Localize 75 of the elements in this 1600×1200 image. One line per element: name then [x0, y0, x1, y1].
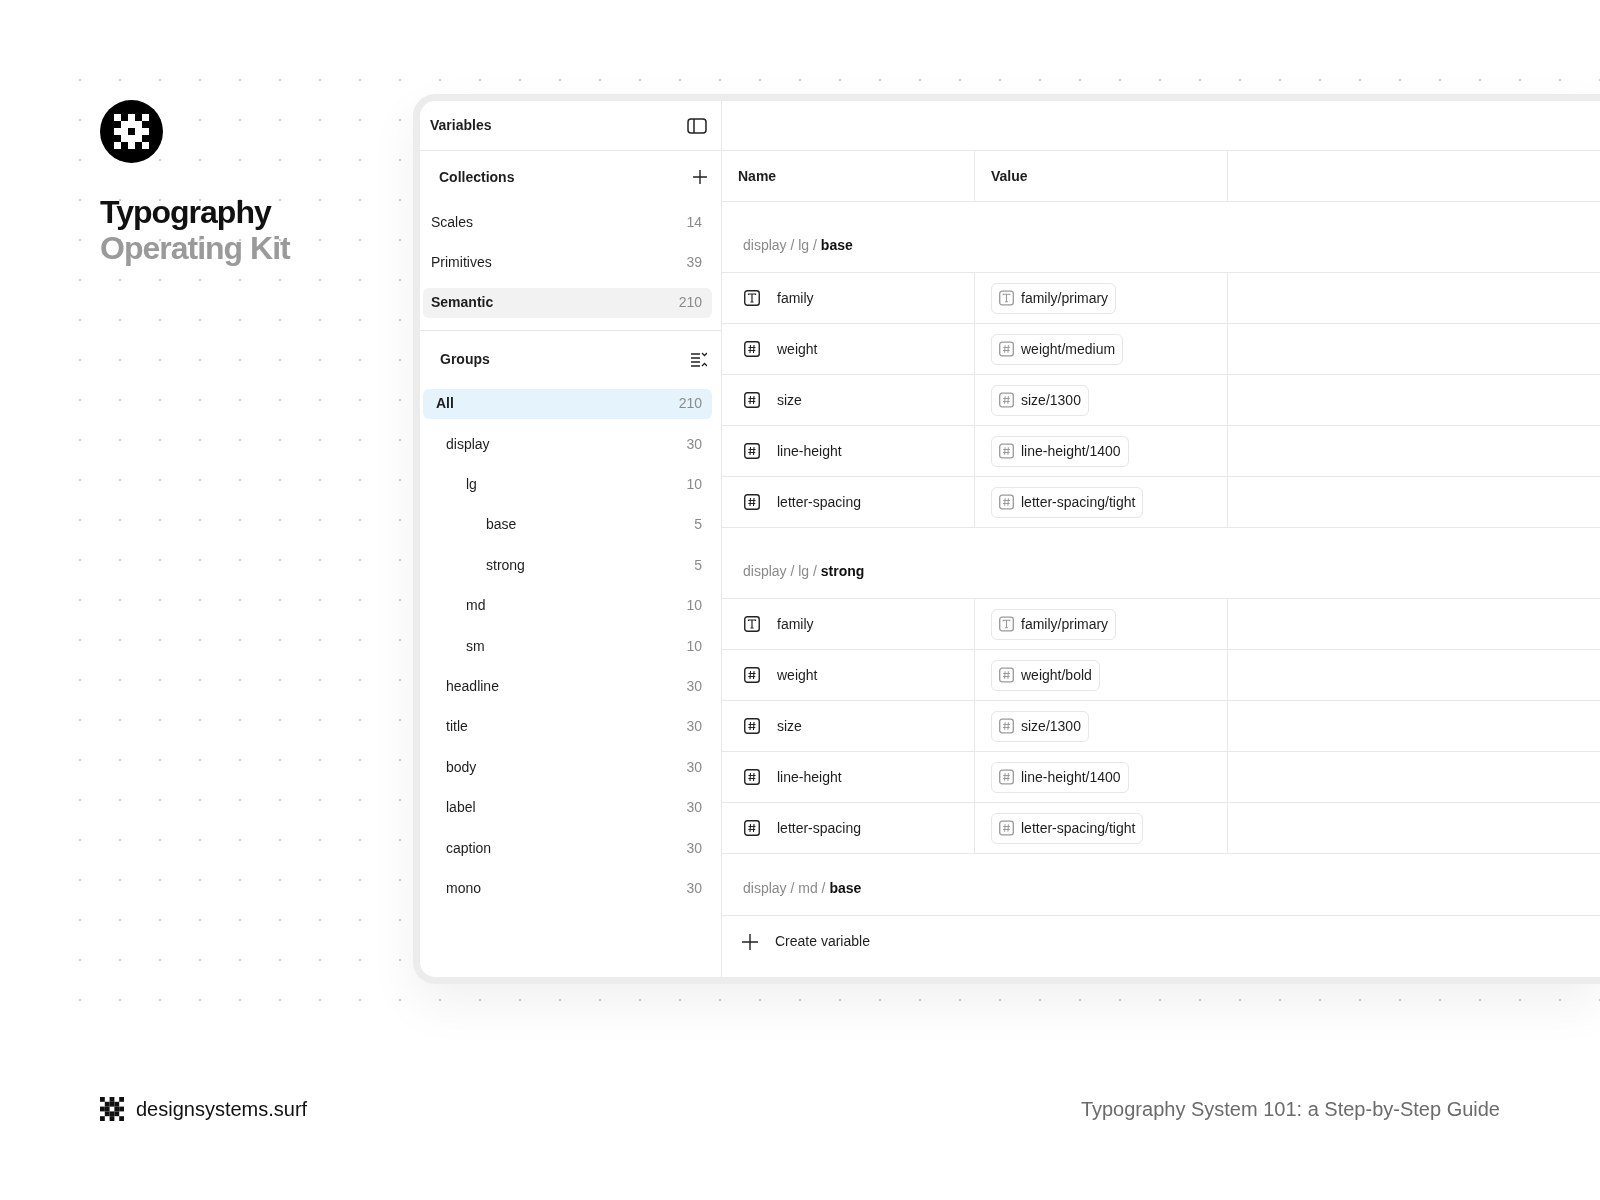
group-item[interactable]: base 5: [423, 509, 712, 540]
number-type-icon: [744, 443, 760, 459]
section-heading: Collections: [439, 167, 515, 187]
number-type-icon: [999, 443, 1014, 459]
sidebar-toggle-icon[interactable]: [687, 117, 707, 134]
value-chip[interactable]: weight/medium: [991, 333, 1124, 365]
logo-icon: [100, 100, 163, 163]
variable-name: letter-spacing: [777, 818, 862, 838]
group-item[interactable]: headline 30: [423, 671, 712, 702]
guide-title: Typography System 101: a Step-by-Step Guide: [1080, 1097, 1500, 1122]
column-header: Name: [738, 166, 777, 186]
value-chip[interactable]: line-height/1400: [991, 761, 1129, 793]
panel-title: Variables: [430, 116, 492, 135]
group-item[interactable]: All 210: [423, 388, 712, 419]
logo-icon: [100, 1097, 124, 1121]
group-path: display / lg / strong: [743, 562, 865, 581]
variable-name: family: [777, 614, 814, 634]
collection-item[interactable]: Scales 14: [423, 207, 712, 237]
create-variable-button[interactable]: Create variable: [775, 931, 870, 952]
group-path: display / lg / base: [743, 236, 853, 255]
value-chip[interactable]: size/1300: [991, 710, 1089, 742]
number-type-icon: [999, 341, 1014, 357]
group-item[interactable]: caption 30: [423, 833, 712, 864]
variable-name: weight: [777, 665, 818, 685]
group-item[interactable]: display 30: [423, 429, 712, 460]
column-header: Value: [991, 166, 1028, 186]
group-item[interactable]: body 30: [423, 752, 712, 783]
number-type-icon: [999, 769, 1014, 785]
number-type-icon: [999, 392, 1014, 408]
number-type-icon: [999, 820, 1014, 836]
number-type-icon: [744, 494, 760, 510]
value-chip[interactable]: family/primary: [991, 608, 1117, 640]
number-type-icon: [744, 667, 760, 683]
value-chip[interactable]: line-height/1400: [991, 435, 1129, 467]
group-item[interactable]: strong 5: [423, 550, 712, 581]
number-type-icon: [744, 820, 760, 836]
kit-subtitle: Operating Kit: [100, 230, 292, 266]
number-type-icon: [744, 769, 760, 785]
value-chip[interactable]: size/1300: [991, 384, 1089, 416]
variable-name: line-height: [777, 767, 842, 787]
site-name: designsystems.surf: [136, 1097, 308, 1122]
variable-name: weight: [777, 339, 818, 359]
number-type-icon: [999, 494, 1014, 510]
add-icon[interactable]: [742, 933, 758, 950]
value-chip[interactable]: letter-spacing/tight: [991, 486, 1144, 518]
text-type-icon: [999, 616, 1014, 632]
group-item[interactable]: md 10: [423, 590, 712, 621]
collection-item[interactable]: Semantic 210: [423, 287, 712, 318]
section-heading: Groups: [440, 350, 490, 370]
number-type-icon: [744, 392, 760, 408]
variable-name: family: [777, 288, 814, 308]
number-type-icon: [744, 341, 760, 357]
group-path: display / md / base: [743, 879, 862, 898]
text-type-icon: [744, 616, 760, 632]
variable-name: line-height: [777, 441, 842, 461]
text-type-icon: [999, 290, 1014, 306]
value-chip[interactable]: letter-spacing/tight: [991, 812, 1144, 844]
variable-name: size: [777, 716, 802, 736]
value-chip[interactable]: family/primary: [991, 282, 1117, 314]
variable-name: letter-spacing: [777, 492, 862, 512]
add-icon[interactable]: [693, 170, 707, 184]
number-type-icon: [999, 718, 1014, 734]
group-item[interactable]: label 30: [423, 792, 712, 823]
group-item[interactable]: lg 10: [423, 469, 712, 500]
collapse-icon[interactable]: [691, 352, 707, 368]
text-type-icon: [744, 290, 760, 306]
group-item[interactable]: title 30: [423, 711, 712, 742]
group-item[interactable]: mono 30: [423, 873, 712, 904]
variable-name: size: [777, 390, 802, 410]
kit-title: Typography: [100, 194, 273, 230]
number-type-icon: [999, 667, 1014, 683]
value-chip[interactable]: weight/bold: [991, 659, 1100, 691]
collection-item[interactable]: Primitives 39: [423, 247, 712, 278]
group-item[interactable]: sm 10: [423, 631, 712, 662]
number-type-icon: [744, 718, 760, 734]
